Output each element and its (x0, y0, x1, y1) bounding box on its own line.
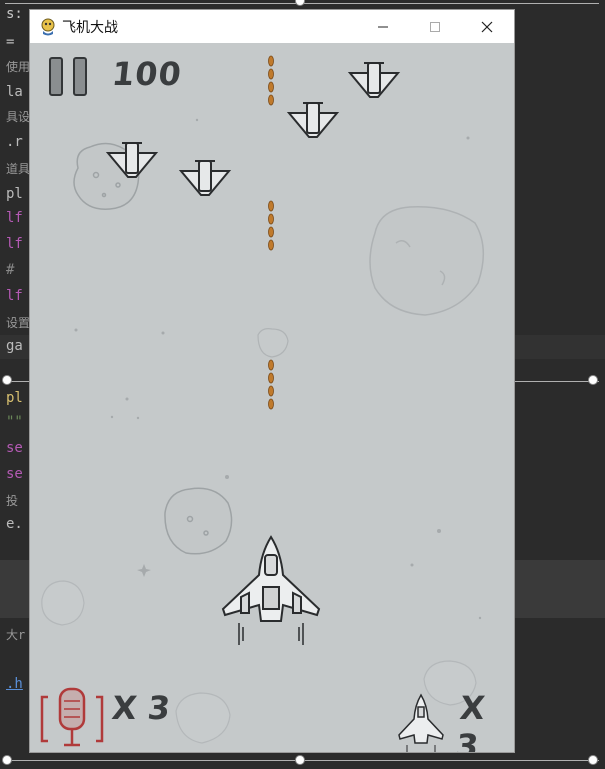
code-fragment: e. (6, 516, 23, 532)
asteroid (175, 692, 231, 744)
bomb-count: X 3 (110, 689, 173, 727)
code-fragment: pl (6, 186, 23, 202)
window-title: 飞机大战 (62, 20, 118, 36)
game-scene (40, 55, 485, 752)
minimize-button[interactable] (360, 10, 406, 43)
asteroid (41, 580, 85, 626)
code-fragment: la (6, 84, 23, 100)
player-plane (221, 535, 321, 645)
code-fragment: 大r (6, 628, 26, 642)
code-fragment: 道具 (6, 162, 31, 176)
enemy-plane (347, 62, 401, 98)
code-fragment: lf (6, 288, 23, 304)
code-fragment: 具设 (6, 110, 31, 124)
title-bar[interactable]: 飞机大战 (30, 10, 514, 43)
code-fragment: # (6, 262, 15, 278)
code-fragment: lf (6, 236, 23, 252)
resize-handle[interactable] (2, 755, 12, 765)
close-icon (481, 21, 493, 32)
code-fragment: pl (6, 390, 23, 406)
code-fragment: se (6, 466, 23, 482)
code-fragment: 投 (6, 494, 19, 508)
pause-icon (49, 57, 87, 96)
resize-handle[interactable] (295, 755, 305, 765)
code-fragment: 设置 (6, 316, 31, 330)
enemy-plane (178, 160, 232, 196)
life-plane-icon (398, 693, 444, 752)
code-fragment: s: (6, 6, 23, 22)
lives-count: X 3 (454, 689, 487, 752)
code-fragment: "" (6, 414, 23, 430)
asteroid (257, 328, 289, 358)
resize-handle[interactable] (2, 375, 12, 385)
code-fragment: .r (6, 134, 23, 150)
asteroid (369, 206, 485, 316)
code-fragment: = (6, 34, 15, 50)
code-fragment: .h (6, 676, 23, 692)
minimize-icon (378, 26, 388, 27)
code-fragment: ga (6, 338, 23, 354)
game-window: 飞机大战 100 X 3 X 3 (30, 10, 514, 752)
maximize-button[interactable] (412, 10, 458, 43)
resize-handle[interactable] (588, 375, 598, 385)
star-dust (74, 118, 482, 620)
code-fragment: lf (6, 210, 23, 226)
asteroid (164, 487, 233, 555)
close-button[interactable] (464, 10, 510, 43)
enemy-plane (286, 102, 340, 138)
maximize-icon (430, 21, 440, 32)
bomb-icon (40, 687, 104, 747)
resize-handle[interactable] (295, 0, 305, 6)
game-canvas[interactable]: 100 X 3 X 3 (30, 43, 514, 752)
resize-handle[interactable] (588, 755, 598, 765)
code-fragment: se (6, 440, 23, 456)
score-display: 100 (110, 55, 184, 93)
pygame-snake-icon (41, 18, 55, 36)
code-fragment: 使用 (6, 60, 31, 74)
